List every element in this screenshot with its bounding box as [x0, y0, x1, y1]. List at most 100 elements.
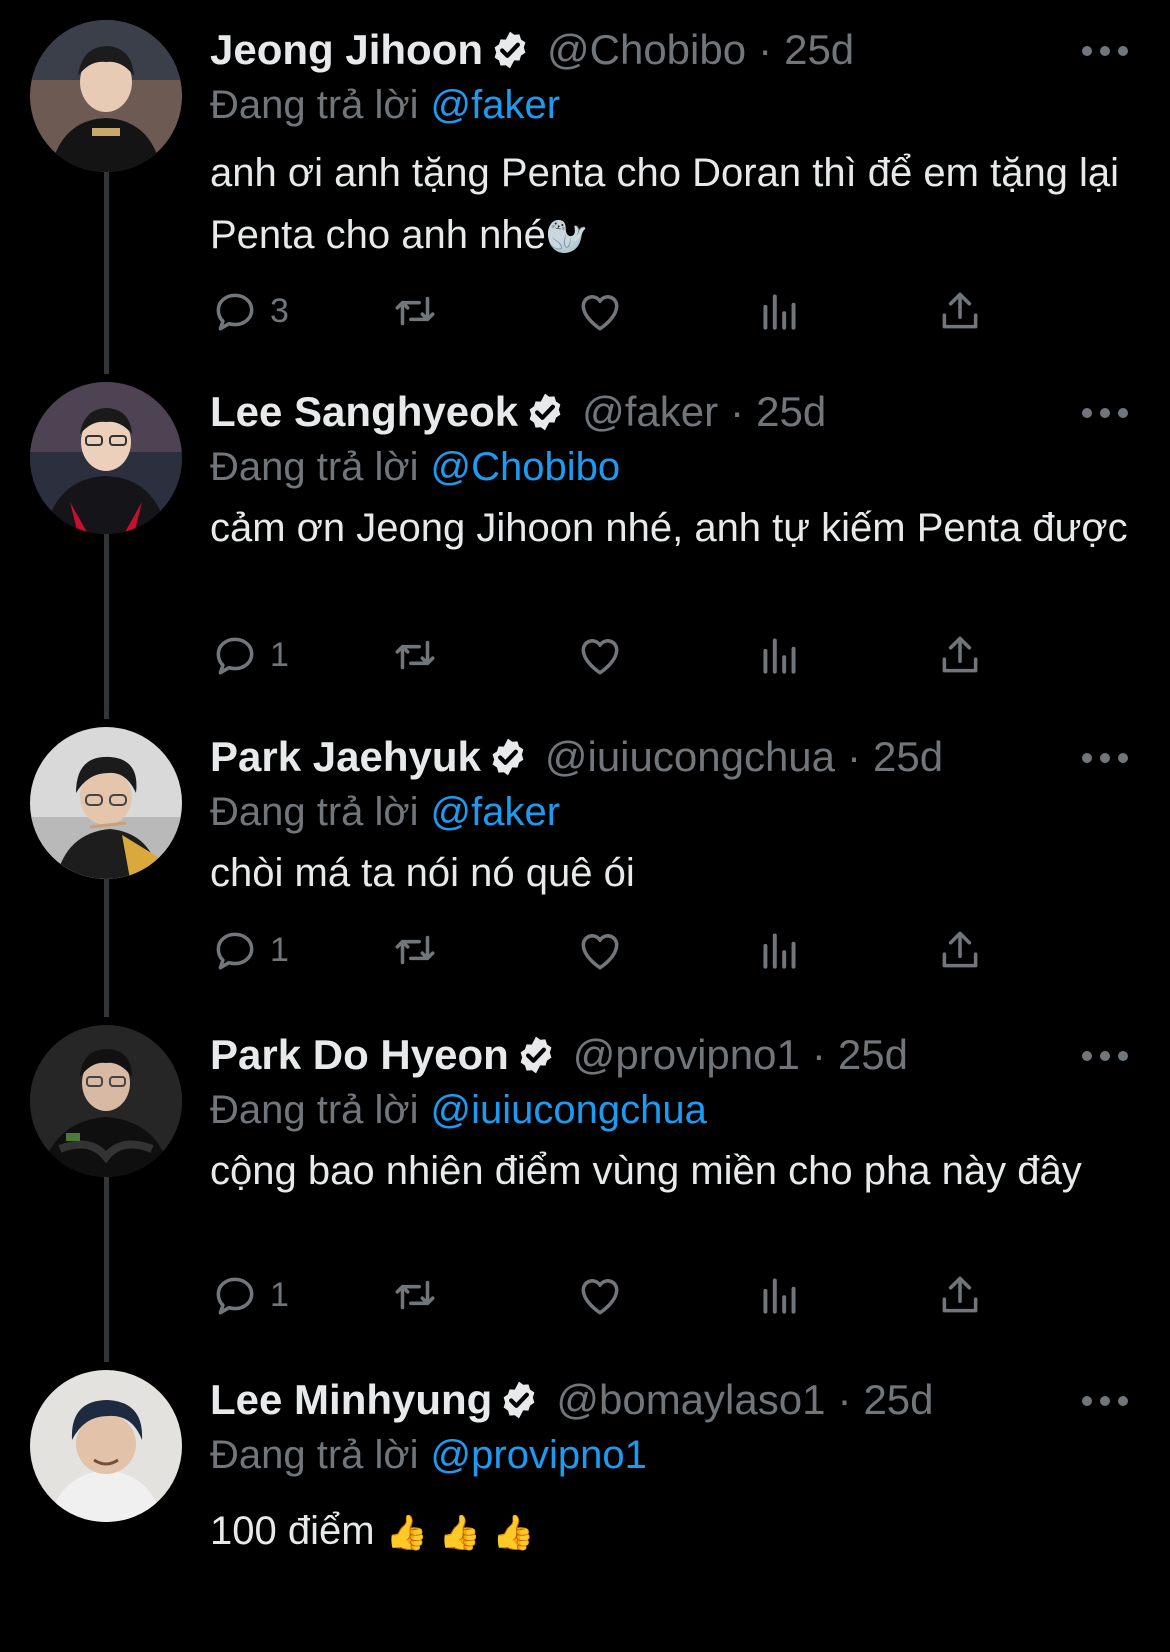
avatar[interactable]	[30, 382, 182, 534]
handle[interactable]: @iuiucongchua	[545, 727, 835, 787]
thread-line	[104, 534, 109, 719]
display-name[interactable]: Lee Sanghyeok	[210, 382, 518, 442]
more-icon[interactable]	[1080, 406, 1130, 420]
avatar[interactable]	[30, 1370, 182, 1522]
replying-to-label: Đang trả lời	[210, 445, 419, 489]
display-name[interactable]: Jeong Jihoon	[210, 20, 483, 80]
tweet-text-content: anh ơi anh tặng Penta cho Doran thì để e…	[210, 151, 1120, 257]
share-button[interactable]	[935, 922, 985, 978]
reply-thread: Jeong Jihoon @Chobibo · 25d Đang trả lời…	[0, 0, 1170, 1652]
reply-count: 1	[270, 930, 289, 969]
retweet-button[interactable]	[390, 283, 440, 339]
share-button[interactable]	[935, 283, 985, 339]
handle[interactable]: @faker	[582, 382, 718, 442]
like-icon	[581, 934, 619, 970]
reply-mention[interactable]: @faker	[431, 790, 561, 834]
replying-to: Đang trả lời @provipno1	[210, 1430, 1130, 1480]
replying-to-label: Đang trả lời	[210, 83, 419, 127]
avatar-image	[30, 727, 182, 879]
reply-icon	[216, 932, 254, 970]
display-name[interactable]: Park Jaehyuk	[210, 727, 481, 787]
more-icon[interactable]	[1080, 44, 1130, 58]
timestamp[interactable]: 25d	[784, 20, 854, 80]
share-icon	[942, 1276, 978, 1313]
more-icon[interactable]	[1080, 1394, 1130, 1408]
views-button[interactable]	[755, 922, 805, 978]
retweet-icon	[395, 296, 435, 326]
tweet-text: cảm ơn Jeong Jihoon nhé, anh tự kiếm Pen…	[210, 506, 1128, 550]
retweet-button[interactable]	[390, 922, 440, 978]
display-name[interactable]: Lee Minhyung	[210, 1370, 492, 1430]
tweet-text: anh ơi anh tặng Penta cho Doran thì để e…	[210, 142, 1130, 268]
tweet[interactable]: Lee Sanghyeok @faker · 25d Đang trả lời @…	[0, 362, 1170, 719]
display-name[interactable]: Park Do Hyeon	[210, 1025, 509, 1085]
retweet-button[interactable]	[390, 627, 440, 683]
tweet[interactable]: Park Do Hyeon @provipno1 · 25d Đang trả …	[0, 1005, 1170, 1362]
reply-button[interactable]: 1	[210, 627, 289, 683]
avatar[interactable]	[30, 727, 182, 879]
replying-to-label: Đang trả lời	[210, 1088, 419, 1132]
share-icon	[942, 636, 978, 673]
retweet-button[interactable]	[390, 1267, 440, 1323]
reply-count: 1	[270, 635, 289, 674]
reply-icon	[216, 637, 254, 675]
reply-mention[interactable]: @Chobibo	[431, 445, 621, 489]
handle[interactable]: @provipno1	[573, 1025, 800, 1085]
tweet[interactable]: Lee Minhyung @bomaylaso1 · 25d Đang trả …	[0, 1350, 1170, 1652]
reply-icon	[216, 293, 254, 331]
handle[interactable]: @Chobibo	[547, 20, 746, 80]
views-button[interactable]	[755, 627, 805, 683]
reply-count: 1	[270, 1275, 289, 1314]
like-button[interactable]	[575, 922, 625, 978]
action-bar: 3	[210, 283, 1130, 339]
verified-icon	[503, 1381, 535, 1419]
share-button[interactable]	[935, 1267, 985, 1323]
reply-mention[interactable]: @iuiucongchua	[431, 1088, 707, 1132]
like-icon	[581, 295, 619, 331]
views-icon	[763, 294, 796, 330]
action-bar: 1	[210, 627, 1130, 683]
reply-mention[interactable]: @faker	[431, 83, 561, 127]
like-button[interactable]	[575, 1267, 625, 1323]
tweet[interactable]: Jeong Jihoon @Chobibo · 25d Đang trả lời…	[0, 0, 1170, 374]
tweet-text-content: 100 điểm	[210, 1509, 375, 1553]
timestamp[interactable]: 25d	[838, 1025, 908, 1085]
action-bar: 1	[210, 1267, 1130, 1323]
share-icon	[942, 931, 978, 968]
timestamp[interactable]: 25d	[863, 1370, 933, 1430]
more-icon[interactable]	[1080, 1049, 1130, 1063]
views-button[interactable]	[755, 283, 805, 339]
tweet-text: chòi má ta nói nó quê ói	[210, 851, 635, 895]
share-button[interactable]	[935, 627, 985, 683]
timestamp[interactable]: 25d	[756, 382, 826, 442]
verified-icon	[492, 738, 524, 776]
avatar-image	[30, 382, 182, 534]
retweet-icon	[395, 640, 435, 670]
more-icon[interactable]	[1080, 751, 1130, 765]
thread-line	[104, 1177, 109, 1362]
avatar[interactable]	[30, 20, 182, 172]
like-button[interactable]	[575, 627, 625, 683]
reply-count: 3	[270, 291, 289, 330]
separator-dot: ·	[837, 1376, 852, 1423]
avatar-image	[30, 20, 182, 172]
separator-dot: ·	[847, 733, 862, 780]
thread-line	[104, 172, 109, 374]
verified-icon	[494, 31, 526, 69]
like-button[interactable]	[575, 283, 625, 339]
timestamp[interactable]: 25d	[873, 727, 943, 787]
avatar[interactable]	[30, 1025, 182, 1177]
like-icon	[581, 639, 619, 675]
reply-button[interactable]: 3	[210, 283, 289, 339]
handle[interactable]: @bomaylaso1	[556, 1370, 825, 1430]
replying-to-label: Đang trả lời	[210, 790, 419, 834]
replying-to: Đang trả lời @Chobibo	[210, 442, 1130, 492]
reply-button[interactable]: 1	[210, 922, 289, 978]
reply-mention[interactable]: @provipno1	[431, 1433, 647, 1477]
replying-to: Đang trả lời @iuiucongchua	[210, 1085, 1130, 1135]
views-button[interactable]	[755, 1267, 805, 1323]
verified-icon	[520, 1036, 552, 1074]
reply-button[interactable]: 1	[210, 1267, 289, 1323]
tweet[interactable]: Park Jaehyuk @iuiucongchua · 25d Đang tr…	[0, 707, 1170, 1017]
views-icon	[763, 638, 796, 674]
